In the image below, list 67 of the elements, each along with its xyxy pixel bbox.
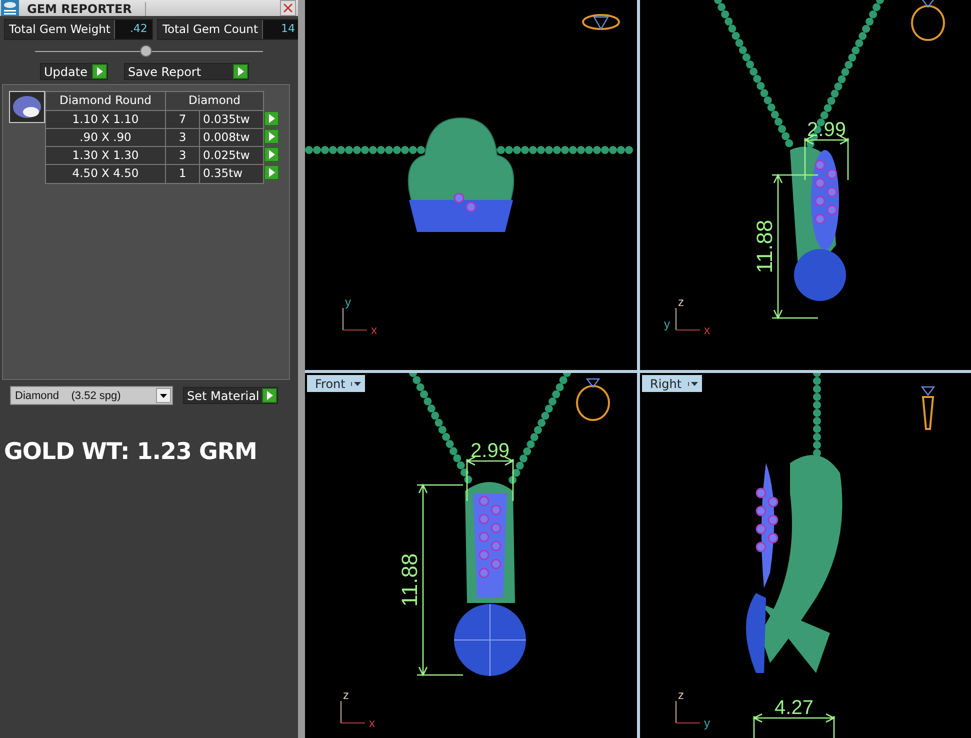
axis-label: y <box>345 295 351 309</box>
play-arrow-button[interactable] <box>264 147 280 162</box>
close-icon <box>283 3 293 13</box>
table-cell: 7 <box>166 110 200 128</box>
dimension-label: 2.99 <box>470 440 510 462</box>
caret-icon <box>354 382 362 386</box>
ring-icon <box>576 378 610 421</box>
table-cell: 0.035tw <box>200 110 264 128</box>
axis-label: z <box>343 688 349 702</box>
ring-icon <box>911 0 945 41</box>
total-label: Total Gem Weight <box>8 21 112 38</box>
play-arrow-button[interactable] <box>264 110 280 126</box>
material-dropdown[interactable]: Diamond (3.52 spg) <box>10 386 173 406</box>
ring-icon <box>920 386 936 430</box>
ring-icon <box>582 14 620 30</box>
table-cell: 3 <box>166 128 200 146</box>
play-icon <box>266 391 273 400</box>
axis-lines <box>676 700 700 724</box>
total-value: 14 <box>262 20 300 40</box>
report-button[interactable]: Update <box>40 63 108 80</box>
table-cell: 1 <box>166 164 200 183</box>
dimension-label: 11.88 <box>752 220 777 274</box>
set-material-button[interactable]: Set Material <box>183 387 278 404</box>
dimension-label: 11.88 <box>397 553 422 607</box>
dimension-line <box>466 456 514 502</box>
table-cell: 4.50 X 4.50 <box>46 164 166 183</box>
table-cell: 1.10 X 1.10 <box>46 110 166 128</box>
caret-icon <box>160 394 167 398</box>
table-cell: 3 <box>166 146 200 165</box>
dimension-label: 4.27 <box>774 697 814 719</box>
table-cell: 0.35tw <box>200 164 264 183</box>
axis-label: y <box>704 716 710 730</box>
axis-label: x <box>369 716 375 730</box>
total-value: .42 <box>114 20 152 40</box>
axis-lines <box>342 308 368 330</box>
play-icon <box>237 67 244 76</box>
report-button[interactable]: Save Report <box>124 63 249 80</box>
table-cell: 0.008tw <box>200 128 264 146</box>
slider-handle[interactable] <box>140 45 152 58</box>
play-arrow-button[interactable] <box>262 388 277 404</box>
column-header: Diamond Round <box>46 92 166 110</box>
column-header: Diamond <box>166 92 264 110</box>
view-dropdown[interactable]: Front <box>307 375 366 392</box>
axis-lines <box>676 308 700 330</box>
axis-lines <box>340 700 366 724</box>
gem-icon <box>12 95 42 120</box>
table-cell: 1.30 X 1.30 <box>46 146 166 165</box>
axis-label: z <box>678 295 684 309</box>
panel-title: GEM REPORTER <box>21 2 146 16</box>
axis-label: y <box>664 317 670 331</box>
total-label: Total Gem Count <box>161 21 259 38</box>
metal-weight-text: GOLD WT: 1.23 GRM <box>3 438 258 468</box>
play-arrow-button[interactable] <box>92 64 107 80</box>
axis-label: x <box>704 323 710 337</box>
play-arrow-button[interactable] <box>264 165 280 180</box>
table-cell: 0.025tw <box>200 146 264 165</box>
play-arrow-button[interactable] <box>264 128 280 144</box>
viewport[interactable]: z x 2.99 11.88 Front <box>305 373 637 738</box>
close-button[interactable] <box>280 0 296 16</box>
play-arrow-button[interactable] <box>233 64 248 80</box>
report-icon <box>1 0 19 16</box>
table-cell: .90 X .90 <box>46 128 166 146</box>
play-icon <box>96 67 103 76</box>
view-dropdown[interactable]: Right <box>642 375 702 392</box>
caret-icon <box>690 382 698 386</box>
axis-label: x <box>371 323 377 337</box>
axis-label: z <box>678 688 684 702</box>
